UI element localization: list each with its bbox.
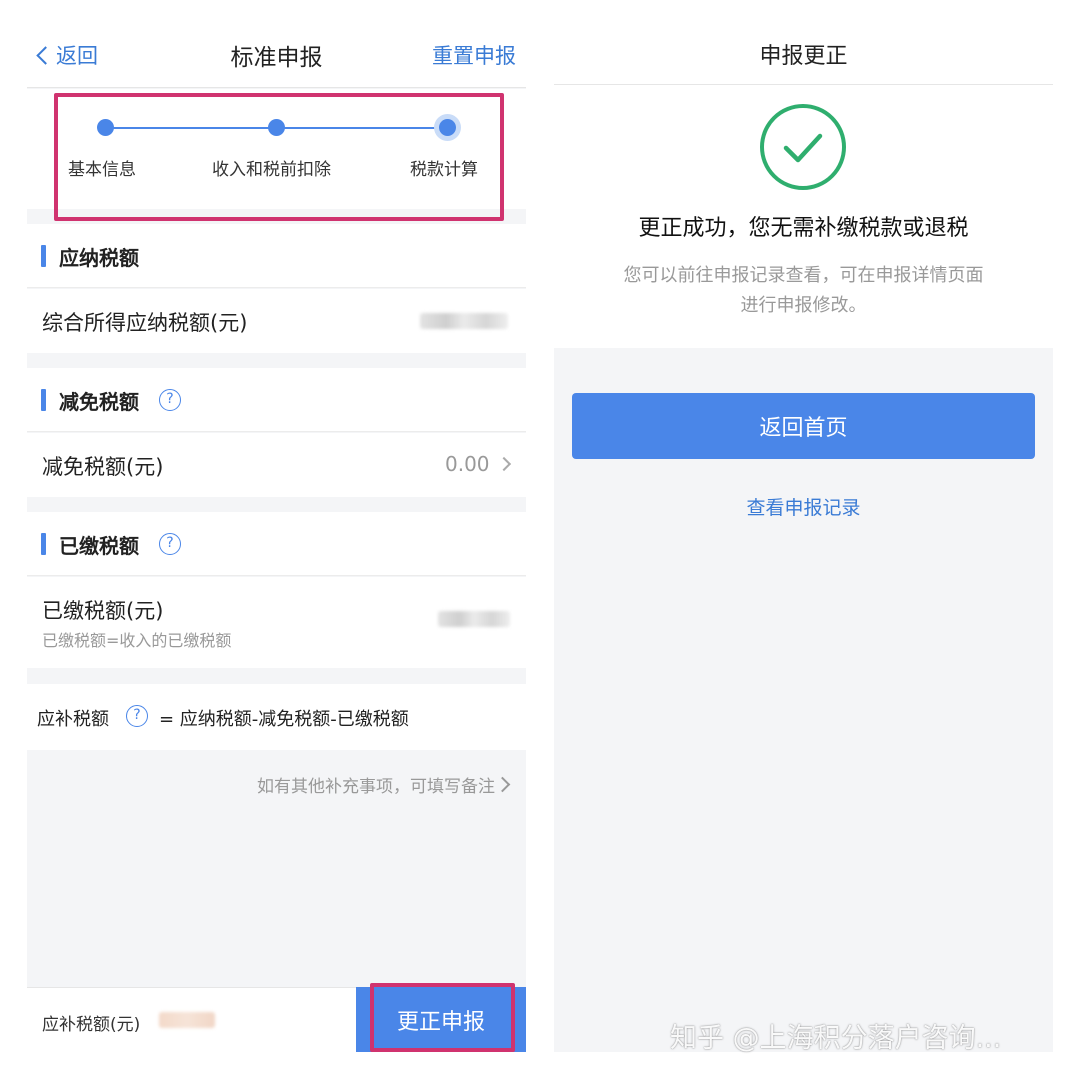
row-label: 已缴税额(元) bbox=[42, 599, 164, 623]
remark-link[interactable]: 如有其他补充事项，可填写备注 bbox=[257, 772, 511, 797]
formula-label: 应补税额 bbox=[37, 709, 109, 730]
blurred-value bbox=[438, 611, 510, 627]
highlight-box-steps bbox=[54, 93, 504, 221]
success-description-line2: 进行申报修改。 bbox=[740, 295, 867, 316]
divider bbox=[554, 84, 1053, 85]
formula-row: 应补税额 ? = 应纳税额-减免税额-已缴税额 bbox=[27, 684, 526, 750]
success-headline: 更正成功，您无需补缴税款或退税 bbox=[638, 216, 969, 241]
section-header-paid: 已缴税额 ? bbox=[27, 512, 526, 576]
view-records-link[interactable]: 查看申报记录 bbox=[554, 493, 1053, 520]
row-subtext: 已缴税额=收入的已缴税额 bbox=[42, 631, 232, 650]
page-title: 申报更正 bbox=[759, 44, 848, 69]
row-label: 减免税额(元) bbox=[42, 455, 164, 479]
row-label: 综合所得应纳税额(元) bbox=[42, 311, 248, 335]
blurred-value bbox=[159, 1012, 215, 1028]
reset-declaration-button[interactable]: 重置申报 bbox=[432, 40, 516, 70]
row-value: 0.00 bbox=[445, 452, 490, 476]
section-header-reduction: 减免税额 ? bbox=[27, 368, 526, 432]
section-bar bbox=[41, 533, 46, 555]
return-home-button[interactable]: 返回首页 bbox=[572, 393, 1035, 459]
blurred-value bbox=[420, 313, 508, 329]
correction-result-screen: 申报更正 更正成功，您无需补缴税款或退税 您可以前往申报记录查看，可在申报详情页… bbox=[554, 0, 1053, 1052]
footer-label: 应补税额(元) bbox=[42, 1015, 141, 1035]
success-check-icon bbox=[760, 104, 846, 190]
section-title: 应纳税额 bbox=[59, 246, 139, 270]
highlight-box-submit bbox=[370, 983, 515, 1052]
section-title: 减免税额 bbox=[59, 390, 139, 414]
section-header-payable: 应纳税额 bbox=[27, 224, 526, 288]
section-bar bbox=[41, 245, 46, 267]
section-bar bbox=[41, 389, 46, 411]
section-title: 已缴税额 bbox=[59, 534, 139, 558]
chevron-right-icon bbox=[494, 776, 511, 793]
nav-bar: 返回 标准申报 重置申报 bbox=[27, 0, 526, 88]
remark-text: 如有其他补充事项，可填写备注 bbox=[257, 777, 495, 797]
help-icon[interactable]: ? bbox=[159, 533, 181, 555]
row-reduction-tax[interactable]: 减免税额(元) 0.00 bbox=[27, 433, 526, 497]
help-icon[interactable]: ? bbox=[126, 705, 148, 727]
formula-expression: = 应纳税额-减免税额-已缴税额 bbox=[159, 709, 409, 730]
watermark: 知乎 @上海积分落户咨询... bbox=[670, 1023, 1002, 1054]
row-payable-tax: 综合所得应纳税额(元) bbox=[27, 289, 526, 353]
row-paid-tax: 已缴税额(元) 已缴税额=收入的已缴税额 bbox=[27, 577, 526, 668]
result-card: 申报更正 更正成功，您无需补缴税款或退税 您可以前往申报记录查看，可在申报详情页… bbox=[554, 0, 1053, 348]
chevron-right-icon bbox=[496, 456, 512, 472]
help-icon[interactable]: ? bbox=[159, 389, 181, 411]
success-description-line1: 您可以前往申报记录查看，可在申报详情页面 bbox=[623, 265, 984, 286]
